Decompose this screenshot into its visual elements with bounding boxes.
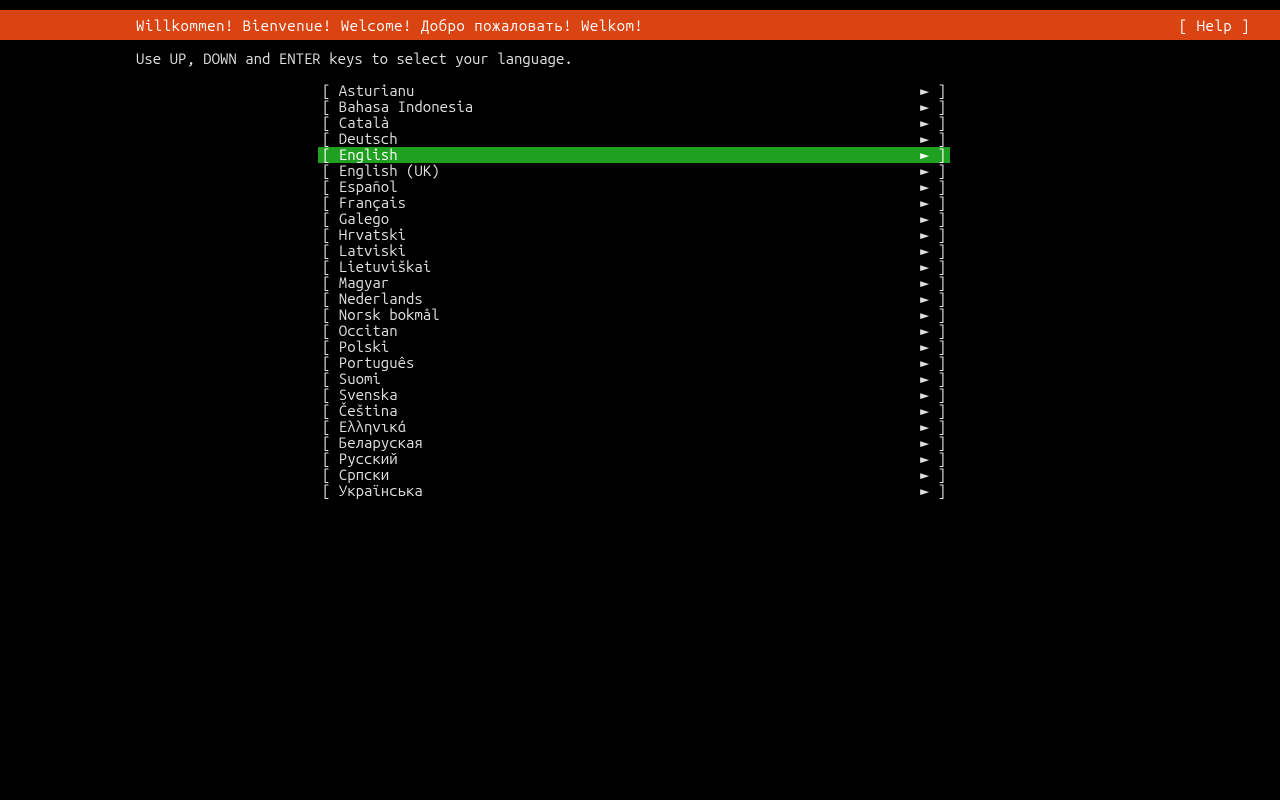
top-black-bar [0, 0, 1280, 10]
language-item[interactable]: [ Latviski ► ] [318, 243, 950, 259]
language-item[interactable]: [ Српски ► ] [318, 467, 950, 483]
submenu-arrow-icon: ► ] [920, 323, 946, 339]
language-name: [ Nederlands [322, 291, 423, 307]
submenu-arrow-icon: ► ] [920, 403, 946, 419]
submenu-arrow-icon: ► ] [920, 483, 946, 499]
language-item[interactable]: [ Čeština ► ] [318, 403, 950, 419]
submenu-arrow-icon: ► ] [920, 83, 946, 99]
submenu-arrow-icon: ► ] [920, 195, 946, 211]
submenu-arrow-icon: ► ] [920, 307, 946, 323]
language-name: [ Magyar [322, 275, 389, 291]
language-item[interactable]: [ Bahasa Indonesia ► ] [318, 99, 950, 115]
language-item[interactable]: [ Asturianu ► ] [318, 83, 950, 99]
submenu-arrow-icon: ► ] [920, 435, 946, 451]
submenu-arrow-icon: ► ] [920, 259, 946, 275]
language-item[interactable]: [ English (UK) ► ] [318, 163, 950, 179]
language-name: [ English [322, 147, 398, 163]
submenu-arrow-icon: ► ] [920, 339, 946, 355]
submenu-arrow-icon: ► ] [920, 227, 946, 243]
language-item[interactable]: [ Nederlands ► ] [318, 291, 950, 307]
language-item[interactable]: [ Català ► ] [318, 115, 950, 131]
language-item[interactable]: [ Svenska ► ] [318, 387, 950, 403]
language-name: [ Galego [322, 211, 389, 227]
header-title: Willkommen! Bienvenue! Welcome! Добро по… [136, 17, 643, 34]
submenu-arrow-icon: ► ] [920, 163, 946, 179]
language-item[interactable]: [ Galego ► ] [318, 211, 950, 227]
submenu-arrow-icon: ► ] [920, 211, 946, 227]
language-name: [ Asturianu [322, 83, 414, 99]
submenu-arrow-icon: ► ] [920, 291, 946, 307]
language-name: [ Norsk bokmål [322, 307, 440, 323]
submenu-arrow-icon: ► ] [920, 355, 946, 371]
language-item[interactable]: [ Norsk bokmål ► ] [318, 307, 950, 323]
language-name: [ Українська [322, 483, 423, 499]
language-name: [ Polski [322, 339, 389, 355]
language-item[interactable]: [ Português ► ] [318, 355, 950, 371]
language-name: [ Latviski [322, 243, 406, 259]
language-name: [ Français [322, 195, 406, 211]
language-item[interactable]: [ Deutsch ► ] [318, 131, 950, 147]
language-item[interactable]: [ Українська ► ] [318, 483, 950, 499]
language-item[interactable]: [ Hrvatski ► ] [318, 227, 950, 243]
language-name: [ Español [322, 179, 398, 195]
submenu-arrow-icon: ► ] [920, 419, 946, 435]
language-item[interactable]: [ Español ► ] [318, 179, 950, 195]
header-bar: Willkommen! Bienvenue! Welcome! Добро по… [0, 10, 1280, 40]
submenu-arrow-icon: ► ] [920, 179, 946, 195]
language-name: [ Suomi [322, 371, 381, 387]
language-name: [ Occitan [322, 323, 398, 339]
language-item[interactable]: [ Беларуская ► ] [318, 435, 950, 451]
language-name: [ Беларуская [322, 435, 423, 451]
submenu-arrow-icon: ► ] [920, 451, 946, 467]
submenu-arrow-icon: ► ] [920, 99, 946, 115]
help-button[interactable]: [ Help ] [1179, 17, 1250, 34]
submenu-arrow-icon: ► ] [920, 371, 946, 387]
language-item[interactable]: [ Ελληνικά ► ] [318, 419, 950, 435]
language-name: [ Lietuviškai [322, 259, 431, 275]
language-item[interactable]: [ Magyar ► ] [318, 275, 950, 291]
language-item[interactable]: [ English ► ] [318, 147, 950, 163]
language-name: [ Svenska [322, 387, 398, 403]
language-item[interactable]: [ Occitan ► ] [318, 323, 950, 339]
submenu-arrow-icon: ► ] [920, 115, 946, 131]
submenu-arrow-icon: ► ] [920, 467, 946, 483]
language-item[interactable]: [ Français ► ] [318, 195, 950, 211]
submenu-arrow-icon: ► ] [920, 147, 946, 163]
instruction-text: Use UP, DOWN and ENTER keys to select yo… [136, 50, 1280, 67]
language-name: [ Català [322, 115, 389, 131]
language-item[interactable]: [ Suomi ► ] [318, 371, 950, 387]
language-name: [ Português [322, 355, 414, 371]
language-name: [ Bahasa Indonesia [322, 99, 473, 115]
submenu-arrow-icon: ► ] [920, 275, 946, 291]
language-name: [ Hrvatski [322, 227, 406, 243]
language-item[interactable]: [ Polski ► ] [318, 339, 950, 355]
language-item[interactable]: [ Русский ► ] [318, 451, 950, 467]
submenu-arrow-icon: ► ] [920, 387, 946, 403]
submenu-arrow-icon: ► ] [920, 131, 946, 147]
language-name: [ Ελληνικά [322, 419, 406, 435]
language-name: [ Čeština [322, 403, 398, 419]
submenu-arrow-icon: ► ] [920, 243, 946, 259]
language-name: [ Српски [322, 467, 389, 483]
language-name: [ English (UK) [322, 163, 440, 179]
language-name: [ Deutsch [322, 131, 398, 147]
language-name: [ Русский [322, 451, 398, 467]
language-item[interactable]: [ Lietuviškai ► ] [318, 259, 950, 275]
language-list[interactable]: [ Asturianu► ][ Bahasa Indonesia► ][ Cat… [318, 83, 950, 499]
